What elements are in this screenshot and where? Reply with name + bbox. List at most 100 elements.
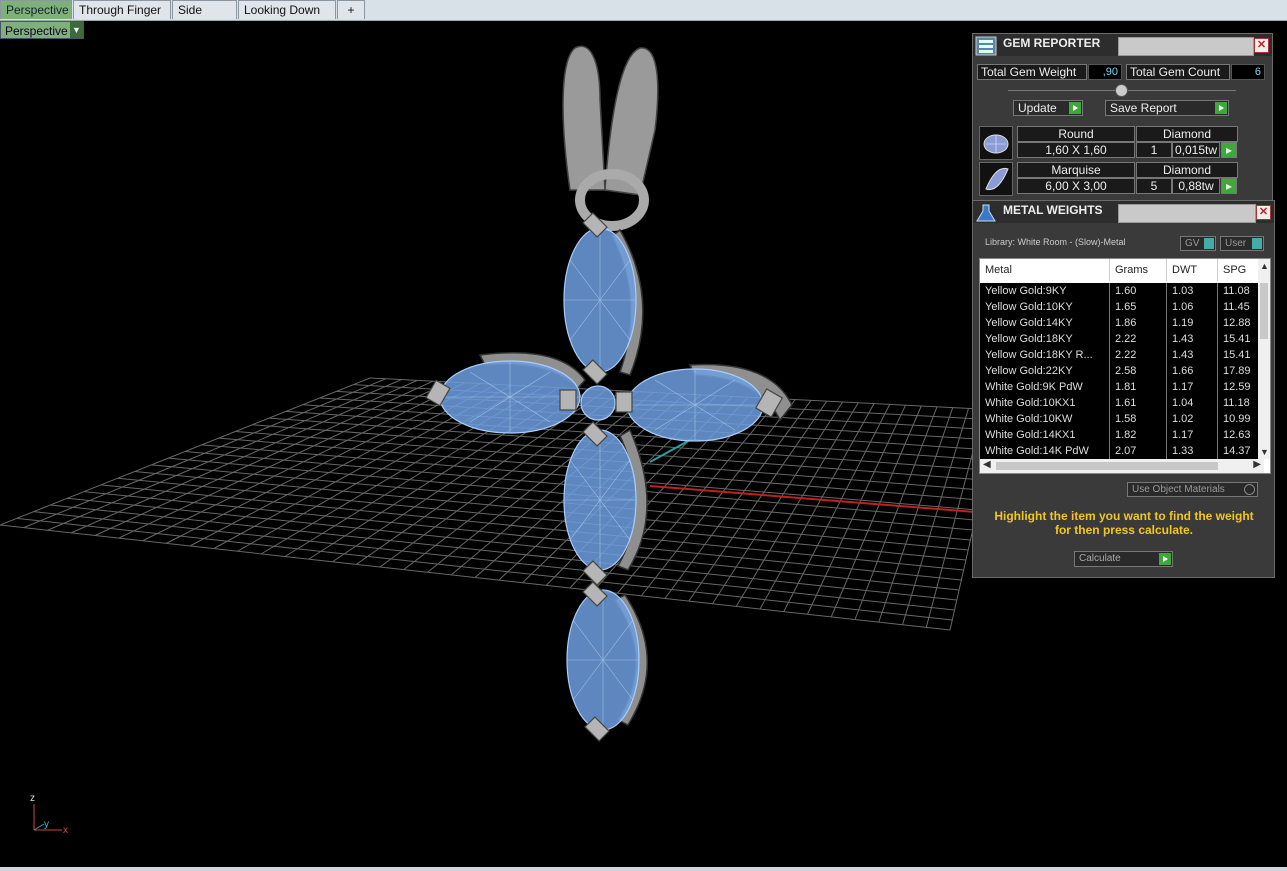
gem-size: 6,00 X 3,00	[1017, 178, 1135, 194]
metal-weights-titlebar[interactable]: METAL WEIGHTS ✕	[973, 201, 1274, 223]
gem-row-round[interactable]: Round Diamond 1,60 X 1,60 1 0,015tw ▸	[979, 126, 1240, 160]
table-cell: 2.22	[1110, 331, 1167, 347]
table-cell: 1.58	[1110, 411, 1167, 427]
play-icon	[1069, 102, 1081, 114]
close-icon[interactable]: ✕	[1256, 205, 1271, 220]
table-cell: 1.03	[1167, 283, 1218, 299]
close-icon[interactable]: ✕	[1254, 38, 1269, 53]
table-cell: Yellow Gold:14KY	[980, 315, 1110, 331]
gem-weight: 0,015tw	[1172, 142, 1220, 158]
table-cell: Yellow Gold:18KY	[980, 331, 1110, 347]
titlebar-drag-area[interactable]	[1118, 37, 1254, 56]
table-row[interactable]: Yellow Gold:22KY 2.58 1.66 17.89	[980, 363, 1264, 380]
chevron-down-icon[interactable]: ▼	[70, 22, 83, 38]
table-cell: 1.33	[1167, 443, 1218, 459]
scroll-up-icon[interactable]: ▲	[1260, 261, 1269, 271]
scroll-left-icon[interactable]: ◀	[983, 459, 991, 470]
table-row[interactable]: Yellow Gold:18KY R... 2.22 1.43 15.41	[980, 347, 1264, 364]
use-object-materials-toggle[interactable]: Use Object Materials	[1127, 482, 1258, 497]
horizontal-scrollbar[interactable]: ◀ ▶	[980, 459, 1264, 473]
user-label: User	[1225, 238, 1247, 249]
round-gem-icon	[979, 126, 1013, 160]
scrollbar-thumb[interactable]	[1260, 283, 1268, 339]
view-tab-bar: Perspective Through Finger Side View Loo…	[0, 0, 1287, 35]
table-row[interactable]: White Gold:10KX1 1.61 1.04 11.18	[980, 395, 1264, 412]
table-row[interactable]: White Gold:14K PdW 2.07 1.33 14.37	[980, 443, 1264, 460]
viewport-mode-label: Perspective	[5, 24, 68, 38]
metal-weights-panel: METAL WEIGHTS ✕ Library: White Room - (S…	[972, 200, 1275, 578]
tab-through-finger[interactable]: Through Finger	[73, 0, 171, 19]
tab-side-view[interactable]: Side View	[172, 0, 237, 35]
scroll-down-icon[interactable]: ▼	[1260, 447, 1269, 457]
marquise-gems	[439, 227, 764, 731]
titlebar-drag-area[interactable]	[1118, 204, 1256, 223]
axis-triad: z x y	[30, 793, 68, 836]
tab-perspective[interactable]: Perspective	[0, 0, 72, 19]
gem-row-marquise[interactable]: Marquise Diamond 6,00 X 3,00 5 0,88tw ▸	[979, 162, 1240, 196]
table-cell: White Gold:14KX1	[980, 427, 1110, 443]
axis-z-label: z	[30, 793, 35, 804]
table-cell: White Gold:14K PdW	[980, 443, 1110, 459]
table-row[interactable]: Yellow Gold:10KY 1.65 1.06 11.45	[980, 299, 1264, 316]
table-cell: 2.58	[1110, 363, 1167, 379]
save-report-label: Save Report	[1110, 101, 1177, 115]
gem-shape: Round	[1017, 126, 1135, 142]
table-row[interactable]: White Gold:10KW 1.58 1.02 10.99	[980, 411, 1264, 428]
gem-count: 1	[1136, 142, 1172, 158]
table-cell: White Gold:9K PdW	[980, 379, 1110, 395]
marquise-gem-icon	[979, 162, 1013, 196]
table-row[interactable]: Yellow Gold:9KY 1.60 1.03 11.08	[980, 283, 1264, 300]
scroll-right-icon[interactable]: ▶	[1253, 459, 1261, 470]
update-button-label: Update	[1018, 101, 1057, 115]
table-row[interactable]: White Gold:9K PdW 1.81 1.17 12.59	[980, 379, 1264, 396]
radio-icon	[1244, 484, 1255, 495]
add-tab-button[interactable]: +	[337, 0, 365, 19]
gem-center-round	[580, 385, 616, 421]
table-cell: White Gold:10KX1	[980, 395, 1110, 411]
metal-weights-table[interactable]: Metal Grams DWT SPG Yellow Gold:9KY 1.60 1…	[979, 258, 1271, 474]
table-row[interactable]: Yellow Gold:14KY 1.86 1.19 12.88	[980, 315, 1264, 332]
gem-size: 1,60 X 1,60	[1017, 142, 1135, 158]
gem-reporter-icon	[975, 36, 997, 56]
viewport-mode-dropdown[interactable]: Perspective ▼	[0, 21, 84, 39]
status-strip	[0, 867, 1287, 871]
x-axis-line	[649, 485, 976, 513]
user-toggle[interactable]: User	[1220, 236, 1264, 251]
play-icon	[1159, 553, 1171, 565]
library-label: Library: White Room - (Slow)-Metal	[985, 237, 1126, 247]
table-row[interactable]: White Gold:14KX1 1.82 1.17 12.63	[980, 427, 1264, 444]
gem-reporter-title: GEM REPORTER	[1003, 36, 1101, 50]
calculate-label: Calculate	[1079, 553, 1121, 564]
play-icon[interactable]: ▸	[1221, 142, 1237, 158]
column-header-metal[interactable]: Metal	[980, 259, 1110, 281]
toggle-icon	[1252, 238, 1262, 249]
y-axis-line	[649, 439, 691, 463]
table-cell: 1.43	[1167, 331, 1218, 347]
slider-handle[interactable]	[1115, 84, 1128, 97]
axis-x-label: x	[63, 825, 68, 836]
tab-looking-down[interactable]: Looking Down	[238, 0, 336, 19]
gem-reporter-titlebar[interactable]: GEM REPORTER ✕	[973, 34, 1272, 56]
table-cell: 1.17	[1167, 379, 1218, 395]
total-gem-weight-label: Total Gem Weight	[977, 64, 1087, 80]
update-button[interactable]: Update	[1013, 100, 1083, 116]
column-header-grams[interactable]: Grams	[1110, 259, 1167, 281]
gv-toggle[interactable]: GV	[1180, 236, 1216, 251]
play-icon	[1215, 102, 1227, 114]
calculate-button[interactable]: Calculate	[1074, 551, 1173, 567]
pendant-bail	[562, 45, 659, 231]
total-gem-count-value: 6	[1231, 64, 1265, 80]
table-cell: Yellow Gold:9KY	[980, 283, 1110, 299]
scrollbar-thumb[interactable]	[996, 462, 1218, 470]
table-cell: 1.02	[1167, 411, 1218, 427]
vertical-scrollbar[interactable]: ▲ ▼	[1258, 259, 1270, 459]
table-row[interactable]: Yellow Gold:18KY 2.22 1.43 15.41	[980, 331, 1264, 348]
table-cell: 1.61	[1110, 395, 1167, 411]
gem-reporter-panel: GEM REPORTER ✕ Total Gem Weight ,90 Tota…	[972, 33, 1273, 201]
gem-count: 5	[1136, 178, 1172, 194]
save-report-button[interactable]: Save Report	[1105, 100, 1229, 116]
column-header-dwt[interactable]: DWT	[1167, 259, 1218, 281]
table-cell: 1.81	[1110, 379, 1167, 395]
play-icon[interactable]: ▸	[1221, 178, 1237, 194]
axis-y-label: y	[44, 819, 49, 830]
